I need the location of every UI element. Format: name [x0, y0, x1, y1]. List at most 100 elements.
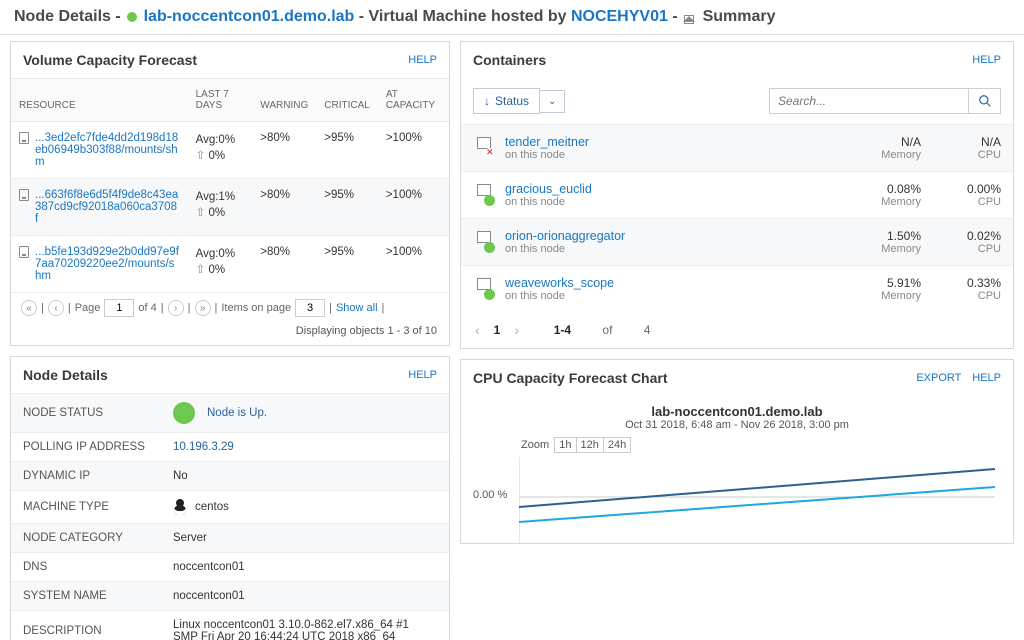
page-of: of 4	[138, 302, 156, 314]
pager-next-button[interactable]: ›	[514, 322, 519, 338]
col-last7[interactable]: LAST 7 DAYS	[188, 79, 253, 122]
panel-containers: Containers HELP ↓ Status ⌄	[460, 41, 1014, 349]
cpu-value: 0.02%	[931, 229, 1001, 243]
node-category-value: Server	[161, 524, 449, 553]
disk-icon	[19, 132, 29, 144]
crit-value: >95%	[316, 179, 378, 236]
zoom-24h-button[interactable]: 24h	[603, 437, 631, 453]
disk-icon	[19, 246, 29, 258]
y-tick-label: 0.00 %	[473, 489, 507, 501]
pager-summary: Displaying objects 1 - 3 of 10	[11, 323, 449, 345]
pager-last-button[interactable]: »	[195, 300, 211, 316]
resource-link[interactable]: ...663f6f8e6d5f4f9de8c43ea387cd9cf92018a…	[35, 189, 180, 225]
search-button[interactable]	[969, 88, 1001, 114]
search-input[interactable]	[769, 88, 969, 114]
resource-link[interactable]: ...b5fe193d929e2b0dd97e9f7aa70209220ee2/…	[35, 246, 180, 282]
container-pager: ‹ 1 › 1-4 of 4	[461, 312, 1013, 348]
home-icon	[682, 10, 696, 24]
trend-value: 0%	[208, 264, 225, 276]
status-sort-button[interactable]: ↓ Status	[473, 88, 540, 114]
title-prefix: Node Details -	[14, 8, 125, 25]
zoom-label: Zoom	[521, 439, 549, 451]
pager-prev-button[interactable]: ‹	[475, 322, 480, 338]
cpu-value: 0.33%	[931, 276, 1001, 290]
node-status-value: Node is Up.	[207, 407, 267, 419]
mem-label: Memory	[851, 196, 921, 208]
container-sub: on this node	[505, 243, 841, 255]
pager-first-button[interactable]: «	[21, 300, 37, 316]
pager-total: 4	[644, 323, 651, 337]
col-warning[interactable]: WARNING	[252, 79, 316, 122]
help-link[interactable]: HELP	[408, 54, 437, 66]
container-link[interactable]: orion-orionaggregator	[505, 229, 625, 243]
pager-prev-button[interactable]: ‹	[48, 300, 64, 316]
cpu-label: CPU	[931, 149, 1001, 161]
export-link[interactable]: EXPORT	[916, 372, 961, 384]
resource-link[interactable]: ...3ed2efc7fde4dd2d198d18eb06949b303f88/…	[35, 132, 180, 168]
container-sub: on this node	[505, 196, 841, 208]
title-mid: - Virtual Machine hosted by	[359, 8, 571, 25]
system-name-value: noccentcon01	[161, 582, 449, 611]
mem-label: Memory	[851, 243, 921, 255]
container-link[interactable]: weaveworks_scope	[505, 276, 614, 290]
dynamic-ip-value: No	[161, 462, 449, 491]
search-icon	[978, 94, 992, 108]
cpu-label: CPU	[931, 243, 1001, 255]
panel-title: Volume Capacity Forecast	[23, 52, 197, 68]
dynamic-ip-label: DYNAMIC IP	[11, 462, 161, 491]
warn-value: >80%	[252, 236, 316, 293]
pager: « | ‹ | Page of 4 | › | » | Items on pag…	[11, 293, 449, 323]
page-label: Page	[75, 302, 101, 314]
trend-up-icon: ⇧	[196, 150, 206, 162]
help-link[interactable]: HELP	[972, 54, 1001, 66]
polling-ip-label: POLLING IP ADDRESS	[11, 433, 161, 462]
items-input[interactable]	[295, 299, 325, 317]
crit-value: >95%	[316, 122, 378, 179]
col-resource[interactable]: RESOURCE	[11, 79, 188, 122]
table-row: ...3ed2efc7fde4dd2d198d18eb06949b303f88/…	[11, 122, 449, 179]
mem-value: 0.08%	[851, 182, 921, 196]
container-icon	[473, 231, 495, 253]
page-input[interactable]	[104, 299, 134, 317]
status-dot-icon	[127, 12, 137, 22]
pager-page: 1	[494, 323, 501, 337]
trend-up-icon: ⇧	[196, 264, 206, 276]
help-link[interactable]: HELP	[408, 369, 437, 381]
mem-value: N/A	[851, 135, 921, 149]
hostname-link[interactable]: lab-noccentcon01.demo.lab	[144, 8, 355, 25]
cpu-chart[interactable]: 0.00 %	[519, 457, 995, 543]
arrow-down-icon: ↓	[484, 94, 490, 108]
status-up-icon	[484, 242, 495, 253]
title-suffix: -	[672, 8, 682, 25]
cap-value: >100%	[378, 179, 449, 236]
zoom-1h-button[interactable]: 1h	[554, 437, 576, 453]
description-label: DESCRIPTION	[11, 611, 161, 640]
page-title: Node Details - lab-noccentcon01.demo.lab…	[0, 0, 1024, 35]
status-dropdown-button[interactable]: ⌄	[540, 90, 565, 113]
polling-ip-value[interactable]: 10.196.3.29	[161, 433, 449, 462]
mem-value: 5.91%	[851, 276, 921, 290]
crit-value: >95%	[316, 236, 378, 293]
pager-next-button[interactable]: ›	[168, 300, 184, 316]
container-sub: on this node	[505, 149, 841, 161]
container-row: weaveworks_scopeon this node 5.91%Memory…	[461, 265, 1013, 312]
container-link[interactable]: gracious_euclid	[505, 182, 592, 196]
panel-cpu-forecast: CPU Capacity Forecast Chart EXPORT HELP …	[460, 359, 1014, 544]
container-link[interactable]: tender_meitner	[505, 135, 589, 149]
linux-icon	[173, 499, 187, 515]
pager-range: 1-4	[554, 323, 571, 337]
help-link[interactable]: HELP	[972, 372, 1001, 384]
panel-title: Node Details	[23, 367, 108, 383]
table-row: ...b5fe193d929e2b0dd97e9f7aa70209220ee2/…	[11, 236, 449, 293]
node-category-label: NODE CATEGORY	[11, 524, 161, 553]
col-critical[interactable]: CRITICAL	[316, 79, 378, 122]
show-all-link[interactable]: Show all	[336, 302, 378, 314]
zoom-12h-button[interactable]: 12h	[576, 437, 604, 453]
container-icon	[473, 278, 495, 300]
col-capacity[interactable]: AT CAPACITY	[378, 79, 449, 122]
trend-up-icon: ⇧	[196, 207, 206, 219]
mem-value: 1.50%	[851, 229, 921, 243]
dns-value: noccentcon01	[161, 553, 449, 582]
node-status-label: NODE STATUS	[11, 394, 161, 433]
hypervisor-link[interactable]: NOCEHYV01	[571, 8, 668, 25]
